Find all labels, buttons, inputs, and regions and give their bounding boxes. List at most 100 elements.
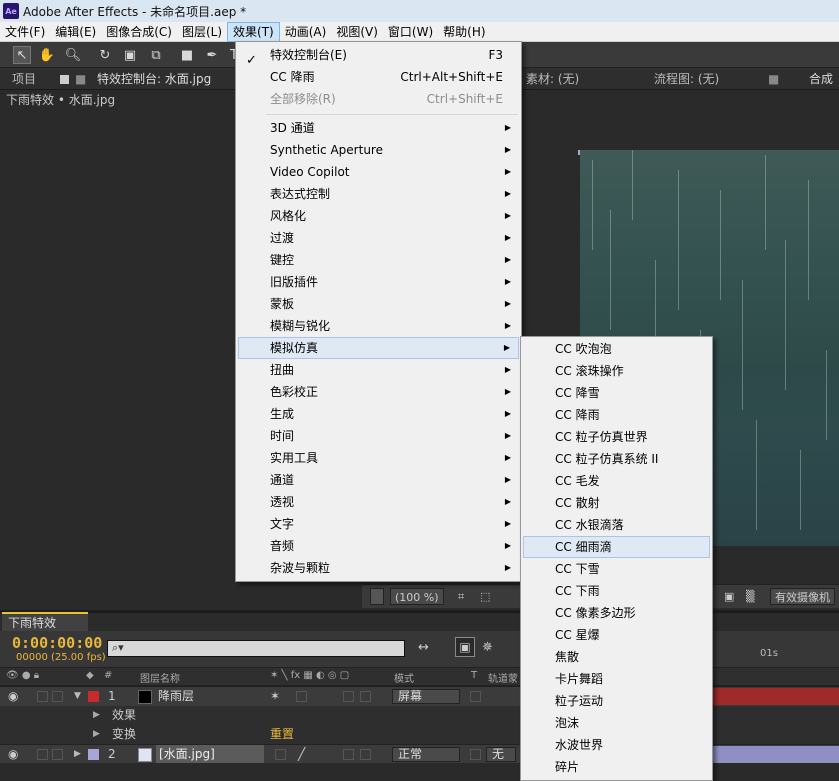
zoom-dropdown[interactable]: (100 %) <box>390 588 444 605</box>
menu-item-generate[interactable]: 生成 ▶ <box>238 403 519 425</box>
menu-item-noise-grain[interactable]: 杂波与颗粒 ▶ <box>238 557 519 579</box>
selection-tool-icon[interactable]: ↖ <box>13 46 31 64</box>
expand-triangle-icon[interactable]: ▼ <box>74 687 81 706</box>
submenu-item-cc-bubbles[interactable]: CC 吹泡泡 <box>523 338 710 360</box>
fast-preview-icon[interactable]: ▣ <box>724 588 734 605</box>
menu-item-perspective[interactable]: 透视 ▶ <box>238 491 519 513</box>
menu-edit[interactable]: 编辑(E) <box>50 22 101 42</box>
reset-link[interactable]: 重置 <box>270 725 294 744</box>
transform-group-row[interactable]: ▶ 变换 重置 <box>0 725 839 744</box>
region-of-interest-icon[interactable]: ⬚ <box>480 588 490 605</box>
camera-tool-icon[interactable]: ▣ <box>121 46 139 64</box>
lock-switch[interactable] <box>52 691 63 702</box>
draft-3d-icon[interactable]: ✵ <box>482 640 493 655</box>
rectangle-tool-icon[interactable]: ■ <box>178 46 196 64</box>
tab-footage[interactable]: 素材: (无) <box>526 71 579 88</box>
menu-view[interactable]: 视图(V) <box>331 22 383 42</box>
submenu-item-cc-scatterize[interactable]: CC 散射 <box>523 492 710 514</box>
menu-animation[interactable]: 动画(A) <box>280 22 332 42</box>
menu-item-text[interactable]: 文字 ▶ <box>238 513 519 535</box>
current-timecode[interactable]: 0:00:00:00 <box>12 634 102 652</box>
snapshot-icon[interactable] <box>370 588 384 605</box>
menu-layer[interactable]: 图层(L) <box>177 22 227 42</box>
layer-name[interactable]: [水面.jpg] <box>156 745 264 764</box>
comp-flowchart-icon[interactable]: ▣ <box>455 637 475 657</box>
lock-switch[interactable] <box>52 749 63 760</box>
submenu-item-shatter[interactable]: 碎片 <box>523 756 710 778</box>
menu-item-audio[interactable]: 音频 ▶ <box>238 535 519 557</box>
tab-project[interactable]: 项目 <box>12 71 36 88</box>
menu-item-transition[interactable]: 过渡 ▶ <box>238 227 519 249</box>
menu-item-color-correction[interactable]: 色彩校正 ▶ <box>238 381 519 403</box>
submenu-item-cc-hair[interactable]: CC 毛发 <box>523 470 710 492</box>
timeline-search-input[interactable]: ⌕▾ <box>107 640 405 657</box>
submenu-item-cc-star-burst[interactable]: CC 星爆 <box>523 624 710 646</box>
menu-composition[interactable]: 图像合成(C) <box>101 22 177 42</box>
tab-composition[interactable]: 合成 <box>809 71 833 88</box>
timeline-layer-row-2[interactable]: ◉ ▶ 2 [水面.jpg] ╱ 正常 无 <box>0 744 839 764</box>
menu-item-matte[interactable]: 蒙板 ▶ <box>238 293 519 315</box>
submenu-item-cc-particle-systems-ii[interactable]: CC 粒子仿真系统 II <box>523 448 710 470</box>
submenu-item-particle-playground[interactable]: 粒子运动 <box>523 690 710 712</box>
blend-mode-dropdown[interactable]: 屏幕 <box>392 689 460 704</box>
layer-duration-bar[interactable] <box>712 746 839 763</box>
menu-item-utility[interactable]: 实用工具 ▶ <box>238 447 519 469</box>
submenu-item-cc-rain[interactable]: CC 下雨 <box>523 580 710 602</box>
layer-label-color[interactable] <box>88 749 99 760</box>
menu-item-stylize[interactable]: 风格化 ▶ <box>238 205 519 227</box>
pen-tool-icon[interactable]: ✒ <box>203 46 221 64</box>
submenu-item-cc-snow[interactable]: CC 下雪 <box>523 558 710 580</box>
menu-item-3d-channel[interactable]: 3D 通道 ▶ <box>238 117 519 139</box>
menu-file[interactable]: 文件(F) <box>0 22 50 42</box>
audio-switch[interactable] <box>37 691 48 702</box>
motion-blur-switch[interactable] <box>343 749 354 760</box>
preserve-transparency-switch[interactable] <box>470 749 481 760</box>
tab-menu-icon[interactable]: ■ <box>75 71 86 88</box>
submenu-item-cc-drizzle[interactable]: CC 细雨滴 <box>523 536 710 558</box>
menu-item-cc-rainfall[interactable]: CC 降雨 Ctrl+Alt+Shift+E <box>238 66 519 88</box>
submenu-item-cc-rainfall[interactable]: CC 降雨 <box>523 404 710 426</box>
submenu-item-caustics[interactable]: 焦散 <box>523 646 710 668</box>
rotate-tool-icon[interactable]: ↻ <box>96 46 114 64</box>
menu-item-synthetic-aperture[interactable]: Synthetic Aperture ▶ <box>238 139 519 161</box>
pan-behind-tool-icon[interactable]: ⧉ <box>147 46 165 64</box>
menu-item-expression-controls[interactable]: 表达式控制 ▶ <box>238 183 519 205</box>
tab-flowchart[interactable]: 流程图: (无) <box>654 71 719 88</box>
submenu-item-wave-world[interactable]: 水波世界 <box>523 734 710 756</box>
expand-triangle-icon[interactable]: ▶ <box>74 745 81 764</box>
hand-tool-icon[interactable]: ✋ <box>38 46 56 64</box>
menu-help[interactable]: 帮助(H) <box>438 22 490 42</box>
menu-item-simulation[interactable]: 模拟仿真 ▶ <box>238 337 519 359</box>
menu-item-keying[interactable]: 键控 ▶ <box>238 249 519 271</box>
menu-item-time[interactable]: 时间 ▶ <box>238 425 519 447</box>
effects-expand-icon[interactable]: ▶ <box>93 706 100 725</box>
layer-label-color[interactable] <box>88 691 99 702</box>
adjustment-switch[interactable] <box>360 749 371 760</box>
preserve-transparency-switch[interactable] <box>470 691 481 702</box>
shy-switch[interactable] <box>275 749 286 760</box>
visibility-eye-icon[interactable]: ◉ <box>8 745 18 764</box>
camera-dropdown[interactable]: 有效摄像机 <box>770 588 835 605</box>
quality-switch[interactable] <box>296 691 307 702</box>
zoom-tool-icon[interactable]: 🔍︎ <box>64 46 82 64</box>
menu-item-effect-controls[interactable]: ✓ 特效控制台(E) F3 <box>238 44 519 68</box>
menu-window[interactable]: 窗口(W) <box>383 22 438 42</box>
grid-icon[interactable]: ⌗ <box>458 588 464 605</box>
effects-group-row[interactable]: ▶ 效果 <box>0 706 839 725</box>
timeline-layer-row-1[interactable]: ◉ ▼ 1 降雨层 ✶ 屏幕 <box>0 687 839 706</box>
transform-expand-icon[interactable]: ▶ <box>93 725 100 744</box>
menu-item-video-copilot[interactable]: Video Copilot ▶ <box>238 161 519 183</box>
tab-timeline-comp[interactable]: 下雨特效 <box>2 612 88 631</box>
shy-switch-icon[interactable]: ✶ <box>270 687 280 706</box>
menu-item-obsolete[interactable]: 旧版插件 ▶ <box>238 271 519 293</box>
submenu-item-cc-mr-mercury[interactable]: CC 水银滴落 <box>523 514 710 536</box>
adjustment-switch[interactable] <box>360 691 371 702</box>
visibility-eye-icon[interactable]: ◉ <box>8 687 18 706</box>
submenu-item-foam[interactable]: 泡沫 <box>523 712 710 734</box>
menu-item-blur-sharpen[interactable]: 模糊与锐化 ▶ <box>238 315 519 337</box>
layer-name[interactable]: 降雨层 <box>158 687 194 706</box>
layer-duration-bar[interactable] <box>712 688 839 705</box>
menu-item-channel[interactable]: 通道 ▶ <box>238 469 519 491</box>
menu-item-distort[interactable]: 扭曲 ▶ <box>238 359 519 381</box>
composition-navigator-icon[interactable]: ↔ <box>418 640 429 655</box>
